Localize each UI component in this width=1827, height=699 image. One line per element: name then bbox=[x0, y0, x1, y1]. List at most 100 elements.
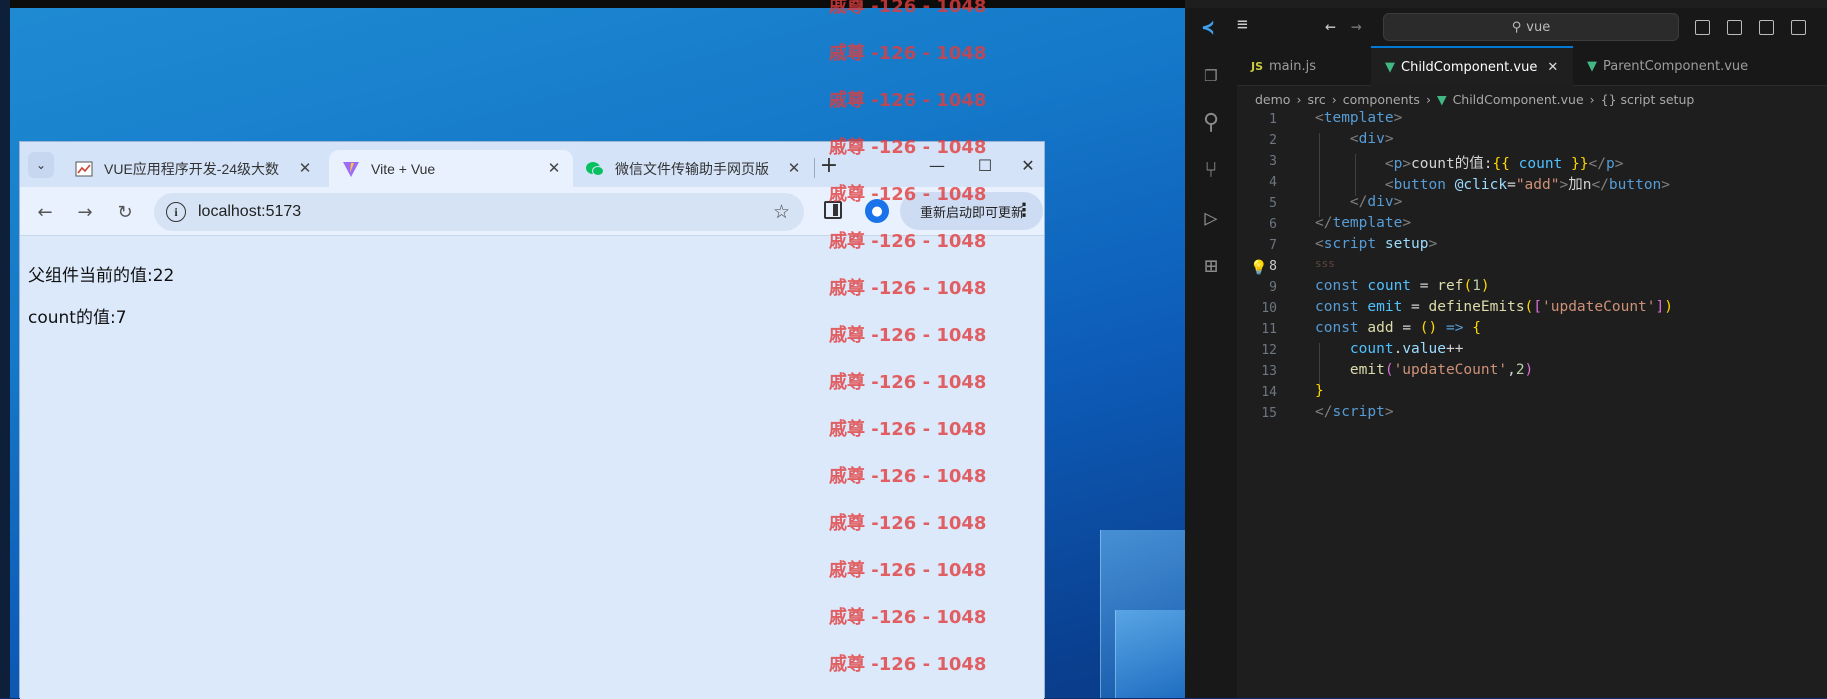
search-text: vue bbox=[1526, 19, 1551, 35]
code-line[interactable]: sss bbox=[1315, 257, 1335, 270]
watermark-text: 戚尊 -126 - 1048 bbox=[829, 513, 987, 534]
vue-file-icon: ▼ bbox=[1385, 59, 1395, 75]
editor-tab-child-component[interactable]: ▼ ChildComponent.vue ✕ bbox=[1371, 46, 1573, 86]
code-line[interactable]: const count = ref(1) bbox=[1315, 278, 1490, 294]
watermark-text: 戚尊 -126 - 1048 bbox=[829, 607, 987, 628]
close-window-button[interactable]: ✕ bbox=[1013, 152, 1043, 178]
breadcrumb-item[interactable]: components bbox=[1343, 92, 1420, 107]
code-line[interactable]: } bbox=[1315, 383, 1324, 399]
watermark-text: 戚尊 -126 - 1048 bbox=[829, 137, 987, 158]
code-line[interactable]: <p>count的值:{{ count }}</p> bbox=[1315, 152, 1624, 173]
editor-tab-parent-component[interactable]: ▼ ParentComponent.vue bbox=[1573, 46, 1793, 86]
tab-vite-vue[interactable]: Vite + Vue ✕ bbox=[329, 150, 573, 187]
tab-label: 微信文件传输助手网页版 bbox=[615, 160, 769, 177]
code-line[interactable]: const add = () => { bbox=[1315, 320, 1481, 336]
tab-search-button[interactable]: ⌄ bbox=[28, 152, 54, 178]
code-line[interactable]: </div> bbox=[1315, 194, 1402, 210]
extensions-icon[interactable]: ⊞ bbox=[1197, 252, 1225, 280]
forward-arrow-icon[interactable]: → bbox=[1351, 16, 1362, 37]
watermark-text: 戚尊 -126 - 1048 bbox=[829, 43, 987, 64]
vite-icon bbox=[341, 159, 361, 179]
line-number: 14 bbox=[1261, 385, 1277, 400]
address-bar[interactable]: i localhost:5173 ☆ bbox=[154, 193, 804, 231]
tab-label: Vite + Vue bbox=[371, 160, 436, 177]
watermark-text: 戚尊 -126 - 1048 bbox=[829, 184, 987, 205]
hamburger-menu-icon[interactable]: ≡ bbox=[1237, 14, 1248, 35]
close-editor-icon[interactable]: ✕ bbox=[1547, 60, 1558, 75]
line-number: 11 bbox=[1261, 322, 1277, 337]
watermark-text: 戚尊 -126 - 1048 bbox=[829, 278, 987, 299]
watermark-text: 戚尊 -126 - 1048 bbox=[829, 654, 987, 675]
activity-bar: ❐ ⚲ ⑂ ▷ ⊞ bbox=[1185, 46, 1237, 698]
command-center-search[interactable]: ⚲ vue bbox=[1383, 13, 1679, 41]
left-edge bbox=[0, 0, 10, 698]
close-tab-icon[interactable]: ✕ bbox=[785, 159, 803, 177]
breadcrumb-item[interactable]: ChildComponent.vue bbox=[1453, 92, 1584, 107]
editor-tab-label: ChildComponent.vue bbox=[1401, 59, 1538, 75]
explorer-icon[interactable]: ❐ bbox=[1197, 60, 1225, 88]
watermark-text: 戚尊 -126 - 1048 bbox=[829, 560, 987, 581]
breadcrumb: demo › src › components › ▼ ChildComponent.… bbox=[1255, 88, 1694, 110]
customize-layout-icon[interactable] bbox=[1791, 20, 1806, 35]
chevron-right-icon: › bbox=[1589, 91, 1595, 107]
tab-label: VUE应用程序开发-24级大数 bbox=[104, 160, 280, 177]
editor-tab-label: ParentComponent.vue bbox=[1603, 58, 1749, 74]
line-number: 10 bbox=[1261, 301, 1277, 316]
close-tab-icon[interactable]: ✕ bbox=[296, 159, 314, 177]
code-line[interactable]: <script setup> bbox=[1315, 236, 1437, 252]
site-info-icon[interactable]: i bbox=[166, 202, 186, 222]
watermark-text: 戚尊 -126 - 1048 bbox=[829, 466, 987, 487]
editor-tab-main-js[interactable]: JS main.js bbox=[1237, 46, 1371, 86]
code-line[interactable]: <div> bbox=[1315, 131, 1394, 147]
line-number: 2 bbox=[1269, 133, 1277, 148]
code-line[interactable]: emit('updateCount',2) bbox=[1315, 362, 1533, 378]
code-line[interactable]: </script> bbox=[1315, 404, 1394, 420]
line-number: 15 bbox=[1261, 406, 1277, 421]
code-line[interactable]: <template> bbox=[1315, 110, 1402, 126]
bookmark-star-icon[interactable]: ☆ bbox=[773, 201, 790, 223]
search-view-icon[interactable]: ⚲ bbox=[1197, 108, 1225, 136]
reload-button[interactable]: ↻ bbox=[112, 199, 138, 225]
vue-file-icon: ▼ bbox=[1587, 58, 1597, 74]
code-line[interactable]: count.value++ bbox=[1315, 341, 1464, 357]
line-number: 13 bbox=[1261, 364, 1277, 379]
chevron-right-icon: › bbox=[1331, 91, 1337, 107]
vscode-logo-icon: ≺ bbox=[1201, 15, 1215, 39]
vscode-window: ≺ ≡ ← → ⚲ vue ❐ ⚲ ⑂ ▷ ⊞ JS main.js ▼ Chi… bbox=[1185, 0, 1827, 698]
line-number: 12 bbox=[1261, 343, 1277, 358]
toggle-panel-icon[interactable] bbox=[1727, 20, 1742, 35]
toggle-sidebar-icon[interactable] bbox=[1695, 20, 1710, 35]
tab-vue-course[interactable]: VUE应用程序开发-24级大数 ✕ bbox=[62, 150, 324, 187]
breadcrumb-item[interactable]: demo bbox=[1255, 92, 1290, 107]
parent-value-text: 父组件当前的值:22 bbox=[28, 266, 175, 286]
run-debug-icon[interactable]: ▷ bbox=[1197, 204, 1225, 232]
chart-icon bbox=[74, 159, 94, 179]
watermark-text: 戚尊 -126 - 1048 bbox=[829, 325, 987, 346]
more-menu-icon[interactable]: ⋮ bbox=[1015, 200, 1033, 221]
forward-button[interactable]: → bbox=[72, 199, 98, 225]
line-number: 6 bbox=[1269, 217, 1277, 232]
toggle-secondary-sidebar-icon[interactable] bbox=[1759, 20, 1774, 35]
js-file-icon: JS bbox=[1251, 59, 1264, 73]
back-button[interactable]: ← bbox=[32, 199, 58, 225]
line-number: 5 bbox=[1269, 196, 1277, 211]
close-tab-icon[interactable]: ✕ bbox=[545, 159, 563, 177]
watermark-text: 戚尊 -126 - 1048 bbox=[829, 419, 987, 440]
breadcrumb-item[interactable]: src bbox=[1307, 92, 1325, 107]
line-number: 3 bbox=[1269, 154, 1277, 169]
desktop-light-pane bbox=[1115, 610, 1195, 698]
watermark-text: 戚尊 -126 - 1048 bbox=[829, 90, 987, 111]
code-line[interactable]: <button @click="add">加n</button> bbox=[1315, 173, 1670, 194]
line-number: 4 bbox=[1269, 175, 1277, 190]
watermark-text: 戚尊 -126 - 1048 bbox=[829, 231, 987, 252]
tab-wechat[interactable]: 微信文件传输助手网页版 ✕ bbox=[573, 150, 813, 187]
line-number: 8 bbox=[1269, 259, 1277, 274]
editor-tab-label: main.js bbox=[1269, 58, 1317, 74]
code-line[interactable]: const emit = defineEmits(['updateCount']… bbox=[1315, 299, 1673, 315]
breadcrumb-item[interactable]: {} script setup bbox=[1601, 92, 1695, 107]
source-control-icon[interactable]: ⑂ bbox=[1197, 156, 1225, 184]
back-arrow-icon[interactable]: ← bbox=[1325, 16, 1336, 37]
wechat-icon bbox=[585, 159, 605, 179]
code-line[interactable]: </template> bbox=[1315, 215, 1411, 231]
search-icon: ⚲ bbox=[1511, 19, 1522, 35]
